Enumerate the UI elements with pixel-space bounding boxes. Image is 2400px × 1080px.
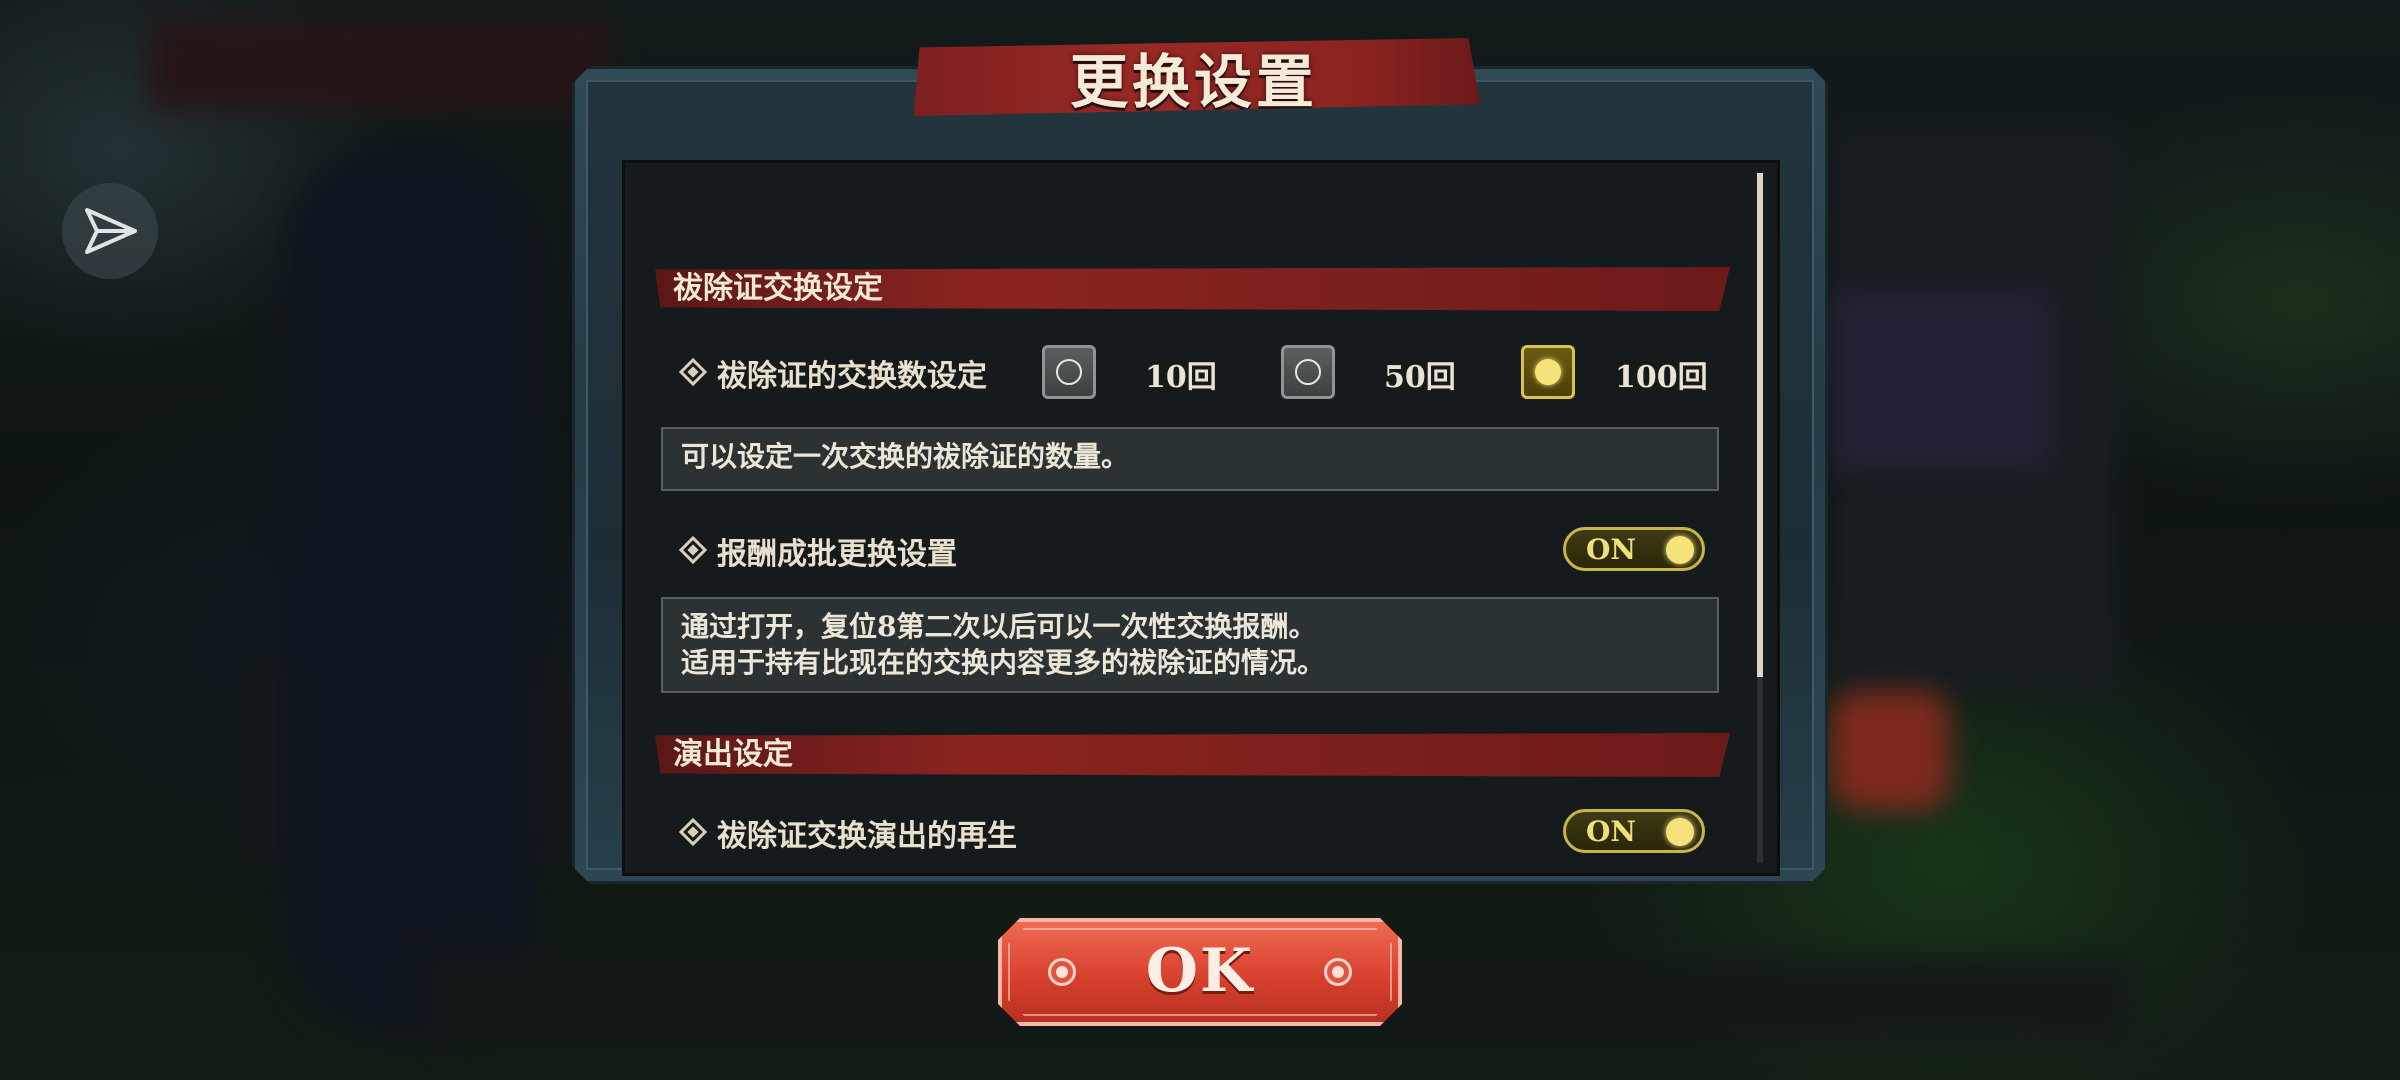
description-line: 可以设定一次交换的祓除证的数量。 bbox=[681, 440, 1130, 473]
setting-exchange-count: 祓除证的交换数设定 bbox=[678, 351, 987, 395]
radio-label-50: 50回 bbox=[1384, 360, 1456, 395]
scrollbar-thumb[interactable] bbox=[1757, 173, 1763, 677]
toggle-state-text: ON bbox=[1586, 532, 1636, 566]
dialog-title: 更换设置 bbox=[1069, 48, 1318, 116]
diamond-bullet-icon bbox=[678, 535, 708, 565]
settings-dialog: 更换设置 祓除证交换设定 祓除证的交换数设定 10回 50回 100回 可以设定… bbox=[572, 38, 1828, 884]
setting-batch-reward: 报酬成批更换设置 bbox=[678, 529, 957, 573]
settings-scroll-area[interactable]: 祓除证交换设定 祓除证的交换数设定 10回 50回 100回 可以设定一次交换的… bbox=[622, 160, 1780, 876]
radio-dot-icon bbox=[1056, 359, 1082, 385]
setting-exchange-animation: 祓除证交换演出的再生 bbox=[678, 811, 1017, 855]
ok-button-label: OK bbox=[1145, 936, 1255, 1006]
radio-option-10[interactable] bbox=[1042, 345, 1096, 399]
share-icon bbox=[85, 208, 137, 254]
toggle-batch-reward[interactable]: ON bbox=[1563, 527, 1705, 571]
toggle-exchange-animation[interactable]: ON bbox=[1563, 809, 1705, 853]
radio-dot-icon bbox=[1295, 359, 1321, 385]
section-header-performance bbox=[655, 733, 1730, 777]
dialog-title-ribbon: 更换设置 bbox=[913, 38, 1480, 116]
description-batch-reward: 通过打开，复位8第二次以后可以一次性交换报酬。 适用于持有比现在的交换内容更多的… bbox=[661, 597, 1719, 693]
description-line: 通过打开，复位8第二次以后可以一次性交换报酬。 bbox=[681, 610, 1317, 643]
ok-button[interactable]: OK bbox=[998, 918, 1402, 1026]
setting-exchange-count-label: 祓除证的交换数设定 bbox=[717, 359, 987, 394]
share-button[interactable] bbox=[62, 183, 158, 279]
diamond-bullet-icon bbox=[678, 357, 708, 387]
radio-label-10: 10回 bbox=[1145, 360, 1217, 395]
radio-option-50[interactable] bbox=[1281, 345, 1335, 399]
diamond-bullet-icon bbox=[678, 817, 708, 847]
description-line: 适用于持有比现在的交换内容更多的祓除证的情况。 bbox=[681, 646, 1326, 679]
radio-label-100: 100回 bbox=[1615, 360, 1708, 395]
radio-option-100[interactable] bbox=[1521, 345, 1575, 399]
setting-batch-reward-label: 报酬成批更换设置 bbox=[717, 537, 957, 572]
description-exchange-count: 可以设定一次交换的祓除证的数量。 bbox=[661, 427, 1719, 491]
radio-dot-icon bbox=[1535, 359, 1561, 385]
setting-exchange-animation-label: 祓除证交换演出的再生 bbox=[717, 819, 1017, 854]
toggle-knob bbox=[1666, 536, 1694, 564]
section-title-performance: 演出设定 bbox=[673, 737, 793, 772]
section-title-exchange: 祓除证交换设定 bbox=[673, 271, 883, 306]
toggle-state-text: ON bbox=[1586, 814, 1636, 848]
toggle-knob bbox=[1666, 818, 1694, 846]
